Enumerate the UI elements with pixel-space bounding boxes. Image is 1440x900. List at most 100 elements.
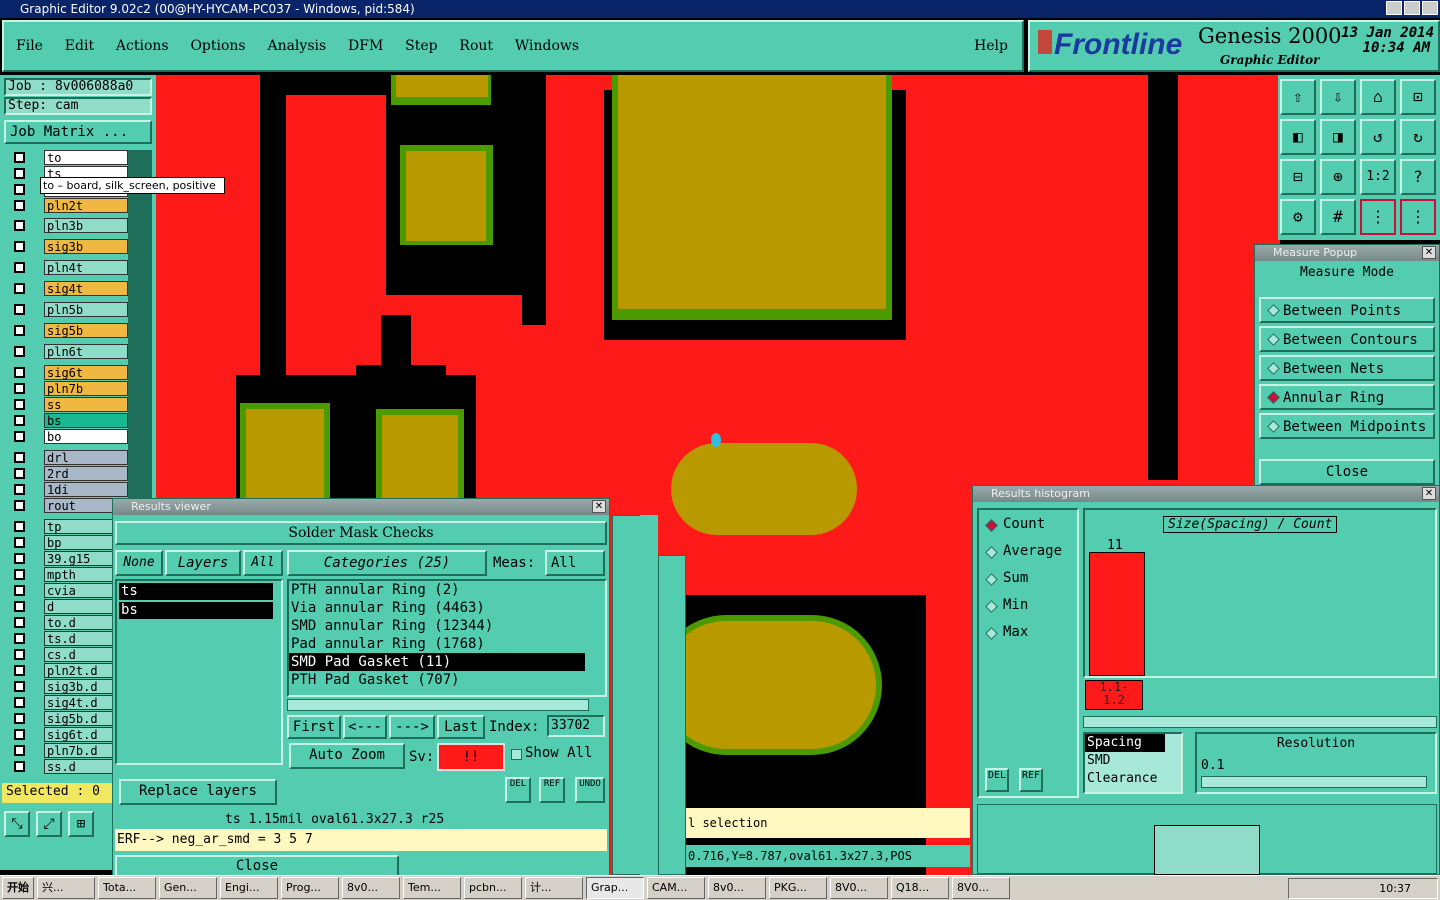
layer-row-to[interactable]: to [10,150,128,165]
result-layer-item[interactable]: ts [119,583,273,600]
taskbar-item[interactable]: 兴... [37,877,95,899]
layer-name[interactable]: pln7b [44,381,128,396]
layer-checkbox[interactable] [14,367,25,378]
grid-icon[interactable]: # [1320,199,1356,235]
layer-row-bs[interactable]: bs [10,413,128,428]
selected-pad[interactable] [671,443,857,535]
zoom-out-icon[interactable]: ⊟ [1280,159,1316,195]
stat-option[interactable]: Average [983,543,1073,563]
taskbar-item[interactable]: 8v0... [708,877,766,899]
category-item[interactable]: PTH Pad Gasket (707) [289,671,585,689]
resolution-slider[interactable] [1201,776,1427,788]
layer-checkbox[interactable] [14,729,25,740]
layer-row-pln4t[interactable]: pln4t [10,260,128,275]
taskbar-item[interactable]: Tem... [403,877,461,899]
results-close-icon[interactable]: ✕ [592,500,606,513]
settings-icon[interactable]: ⚙ [1280,199,1316,235]
layer-checkbox[interactable] [14,241,25,252]
results-ref-button[interactable]: REF [539,777,565,803]
layers-all-button[interactable]: All [243,550,283,576]
menu-dfm[interactable]: DFM [348,38,383,54]
upload-icon[interactable]: ⇧ [1280,79,1316,115]
menu-analysis[interactable]: Analysis [267,38,326,54]
stat-option[interactable]: Max [983,624,1073,644]
taskbar-item[interactable]: 计... [525,877,583,899]
menu-help[interactable]: Help [974,38,1008,54]
category-item[interactable]: Pad annular Ring (1768) [289,635,585,653]
layer-checkbox[interactable] [14,383,25,394]
last-button[interactable]: Last [437,715,485,739]
auto-zoom-select[interactable]: Auto Zoom [289,743,405,769]
layer-row-2rd[interactable]: 2rd [10,466,128,481]
stat-option[interactable]: Count [983,516,1073,536]
histogram-close-icon[interactable]: ✕ [1422,487,1436,500]
menu-actions[interactable]: Actions [116,38,169,54]
download-icon[interactable]: ⇩ [1320,79,1356,115]
replace-layers-select[interactable]: Replace layers [119,779,277,805]
layer-checkbox[interactable] [14,304,25,315]
layer-checkbox[interactable] [14,184,25,195]
layer-row-1di[interactable]: 1di [10,482,128,497]
histogram-ref-button[interactable]: REF [1019,768,1043,792]
pan-left-icon[interactable]: ◧ [1280,119,1316,155]
layer-name[interactable]: sig3b [44,239,128,254]
layer-row-cvia[interactable]: cvia [10,583,128,598]
results-del-button[interactable]: DEL [505,777,531,803]
layer-name[interactable]: pln2t [44,198,128,213]
redo-zoom-icon[interactable]: ↻ [1400,119,1436,155]
layer-row-pln2t.d[interactable]: pln2t.d [10,663,128,678]
index-field[interactable]: 33702 [547,715,605,737]
first-button[interactable]: First [287,715,341,739]
fit-window-icon[interactable]: ⊡ [1400,79,1436,115]
layers-none-button[interactable]: None [115,550,163,576]
category-item[interactable]: SMD annular Ring (12344) [289,617,585,635]
layer-name[interactable]: 2rd [44,466,128,481]
layer-row-d[interactable]: d [10,599,128,614]
layer-checkbox[interactable] [14,633,25,644]
taskbar-item[interactable]: Grap... [586,877,644,899]
layer-row-sig4t[interactable]: sig4t [10,281,128,296]
layer-name[interactable]: sig4t [44,281,128,296]
layer-row-ts.d[interactable]: ts.d [10,631,128,646]
measure-option[interactable]: Between Nets [1259,355,1435,381]
layer-checkbox[interactable] [14,468,25,479]
undo-zoom-icon[interactable]: ↺ [1360,119,1396,155]
categories-button[interactable]: Categories (25) [287,550,487,576]
layer-name[interactable]: ss [44,397,128,412]
layer-checkbox[interactable] [14,152,25,163]
layer-row-bo[interactable]: bo [10,429,128,444]
results-close-button[interactable]: Close [115,855,399,877]
layer-row-pln7b[interactable]: pln7b [10,381,128,396]
layer-row-sig3b[interactable]: sig3b [10,239,128,254]
meas-select[interactable]: All [545,550,605,576]
layer-row-sig3b.d[interactable]: sig3b.d [10,679,128,694]
zoom-in-icon[interactable]: ⊕ [1320,159,1356,195]
layer-row-drl[interactable]: drl [10,450,128,465]
layer-name[interactable]: pln4t [44,260,128,275]
home-icon[interactable]: ⌂ [1360,79,1396,115]
layer-checkbox[interactable] [14,617,25,628]
layer-row-cs.d[interactable]: cs.d [10,647,128,662]
job-matrix-button[interactable]: Job Matrix ... [4,120,152,144]
category-item[interactable]: PTH annular Ring (2) [289,581,585,599]
layer-checkbox[interactable] [14,283,25,294]
layer-checkbox[interactable] [14,697,25,708]
grid-tool-icon[interactable]: ⊞ [68,811,94,837]
layer-name[interactable]: pln3b [44,218,128,233]
layer-name[interactable]: pln6t [44,344,128,359]
layer-row-sig4t.d[interactable]: sig4t.d [10,695,128,710]
pan-right-icon[interactable]: ◨ [1320,119,1356,155]
histogram-del-button[interactable]: DEL [985,768,1009,792]
histogram-list-item[interactable]: Clearance [1085,770,1181,788]
histogram-list-item[interactable]: Spacing [1085,734,1165,752]
layer-checkbox[interactable] [14,399,25,410]
taskbar-item[interactable]: PKG... [769,877,827,899]
layer-name[interactable]: sig6t [44,365,128,380]
layer-name[interactable]: bo [44,429,128,444]
layer-checkbox[interactable] [14,521,25,532]
layer-checkbox[interactable] [14,500,25,511]
layers-button[interactable]: Layers [165,550,241,576]
results-undo-button[interactable]: UNDO [575,777,605,803]
layer-checkbox[interactable] [14,537,25,548]
layer-row-ss[interactable]: ss [10,397,128,412]
